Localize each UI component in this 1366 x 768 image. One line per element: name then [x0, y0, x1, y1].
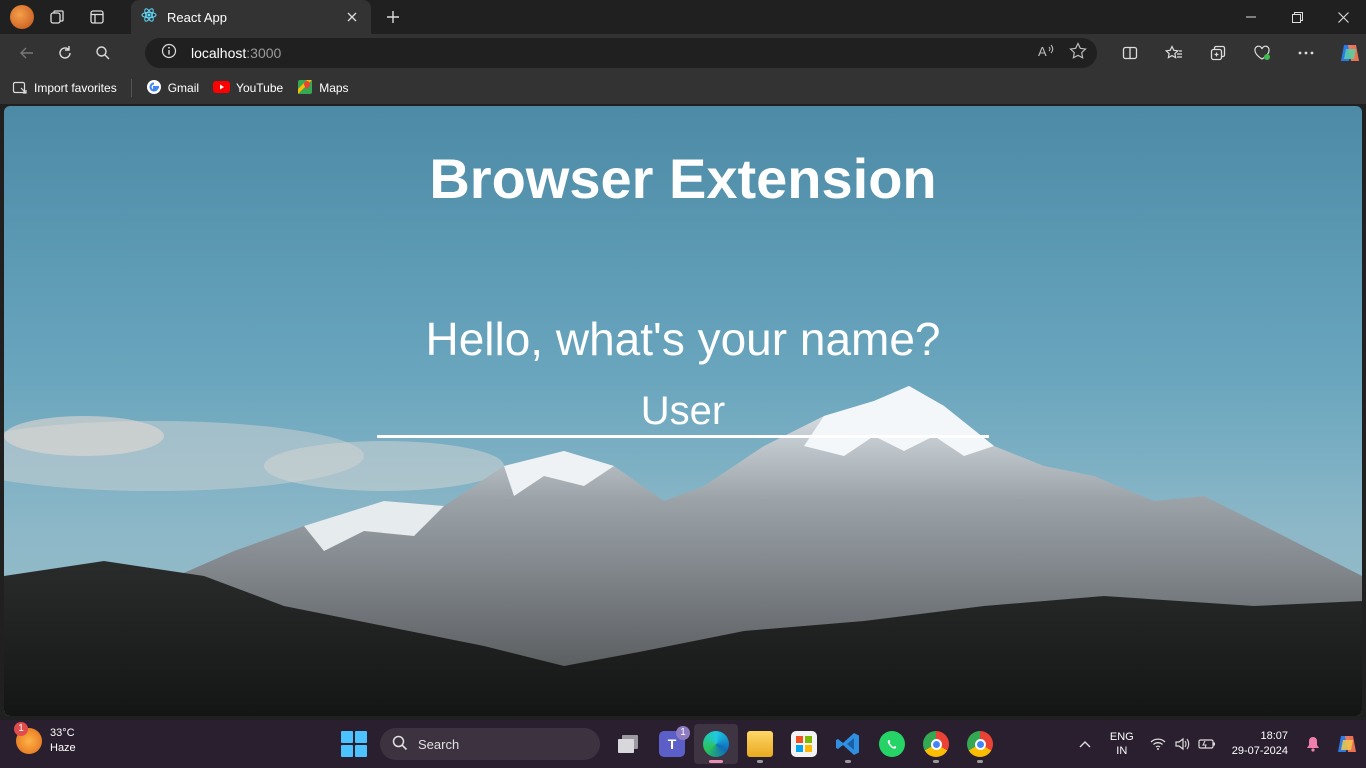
restore-button[interactable] [1274, 0, 1320, 34]
notifications-button[interactable] [1298, 736, 1328, 752]
start-button[interactable] [341, 731, 367, 757]
tab-title: React App [167, 9, 227, 25]
page-viewport: Browser Extension Hello, what's your nam… [4, 106, 1362, 716]
back-button[interactable] [10, 37, 44, 69]
favorites-icon[interactable] [1152, 37, 1196, 69]
youtube-icon [213, 80, 231, 96]
chrome-profile-app[interactable] [958, 724, 1002, 764]
volume-icon [1175, 737, 1190, 751]
close-window-button[interactable] [1320, 0, 1366, 34]
profile-avatar[interactable] [10, 5, 34, 29]
task-view-button[interactable] [606, 724, 650, 764]
copilot-icon[interactable] [1328, 37, 1366, 69]
name-input[interactable] [377, 388, 989, 438]
search-icon[interactable] [86, 37, 120, 69]
favorite-youtube[interactable]: YouTube [213, 80, 283, 96]
chrome-icon [967, 731, 993, 757]
close-tab-icon[interactable] [343, 8, 361, 26]
import-favorites-icon [12, 79, 28, 98]
copilot-taskbar-button[interactable] [1328, 732, 1366, 756]
name-question-heading: Hello, what's your name? [425, 313, 941, 365]
edge-app[interactable] [694, 724, 738, 764]
favorites-divider [130, 79, 132, 97]
read-aloud-icon[interactable]: A [1037, 42, 1055, 65]
teams-app[interactable]: T 1 [650, 724, 694, 764]
teams-badge: 1 [676, 726, 690, 740]
new-tab-button[interactable] [380, 4, 406, 30]
quick-settings[interactable] [1150, 737, 1216, 751]
vscode-icon [836, 733, 859, 755]
browser-essentials-icon[interactable] [1240, 37, 1284, 69]
address-bar[interactable]: localhost:3000 A [145, 38, 1097, 68]
more-menu-icon[interactable] [1284, 37, 1328, 69]
browser-title-bar: React App [0, 0, 1366, 34]
taskbar-search[interactable]: Search [380, 728, 600, 760]
folder-icon [747, 731, 773, 757]
collections-icon[interactable] [1196, 37, 1240, 69]
minimize-button[interactable] [1228, 0, 1274, 34]
whatsapp-icon [879, 731, 905, 757]
weather-haze-icon: 1 [14, 722, 42, 754]
task-view-icon [618, 735, 638, 753]
svg-text:A: A [1038, 44, 1047, 59]
edge-icon [703, 731, 729, 757]
windows-taskbar: 1 33°C Haze Search T 1 ENG IN 18:07 29-0… [0, 720, 1366, 768]
favorites-bar: Import favorites Gmail YouTube Maps [0, 72, 1366, 104]
split-screen-icon[interactable] [1108, 37, 1152, 69]
maps-icon [297, 79, 313, 98]
favorite-import[interactable]: Import favorites [12, 79, 117, 98]
whatsapp-app[interactable] [870, 724, 914, 764]
refresh-button[interactable] [48, 37, 82, 69]
weather-widget[interactable]: 1 33°C Haze [14, 722, 76, 756]
google-icon [146, 79, 162, 98]
page-title: Browser Extension [429, 147, 937, 210]
favorite-star-icon[interactable] [1069, 42, 1087, 65]
search-icon [392, 735, 408, 754]
favorite-maps[interactable]: Maps [297, 79, 349, 98]
weather-badge: 1 [14, 722, 28, 736]
store-icon [791, 731, 817, 757]
search-label: Search [418, 736, 460, 752]
language-indicator[interactable]: ENG IN [1110, 730, 1134, 758]
battery-icon [1198, 739, 1215, 749]
site-info-icon[interactable] [161, 43, 177, 64]
weather-temperature: 33°C [50, 727, 75, 739]
chrome-icon [923, 731, 949, 757]
chrome-app[interactable] [914, 724, 958, 764]
weather-condition: Haze [50, 742, 76, 754]
system-clock[interactable]: 18:07 29-07-2024 [1232, 729, 1288, 759]
navigation-bar: localhost:3000 A [0, 34, 1366, 72]
show-hidden-icons[interactable] [1070, 740, 1100, 748]
file-explorer-app[interactable] [738, 724, 782, 764]
copilot-icon [1338, 736, 1356, 752]
bell-icon [1307, 737, 1319, 752]
wifi-icon [1150, 738, 1166, 750]
url-text[interactable]: localhost:3000 [191, 45, 281, 61]
browser-tab[interactable]: React App [131, 0, 371, 34]
vscode-app[interactable] [826, 724, 870, 764]
favorite-gmail[interactable]: Gmail [146, 79, 199, 98]
react-icon [141, 7, 157, 28]
vertical-tabs-icon[interactable] [80, 0, 114, 34]
store-app[interactable] [782, 724, 826, 764]
workspaces-icon[interactable] [40, 0, 74, 34]
chevron-up-icon [1079, 741, 1091, 748]
